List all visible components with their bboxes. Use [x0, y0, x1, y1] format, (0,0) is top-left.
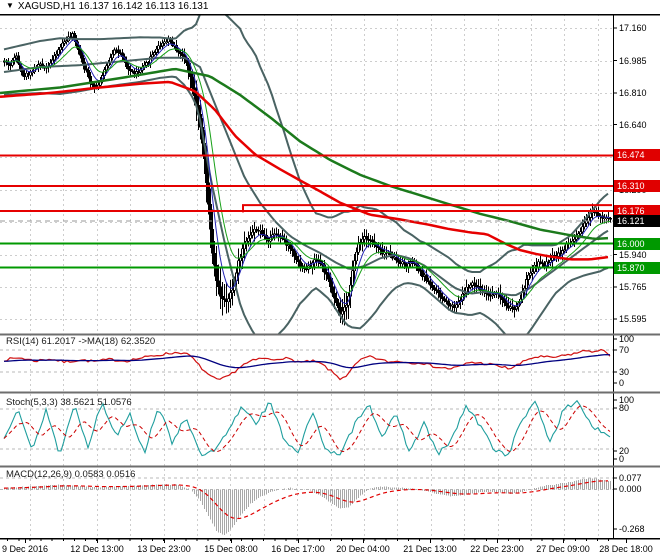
- slow-ma-red-line: [0, 80, 609, 261]
- rsi-line: [3, 348, 611, 381]
- candles: [3, 31, 612, 326]
- rsi-pane[interactable]: [0, 348, 613, 381]
- rsi-ma-line: [3, 353, 611, 369]
- bollinger-upper-line: [3, 15, 609, 274]
- chart-canvas[interactable]: [0, 0, 660, 560]
- slow-ma-green-line: [0, 67, 609, 241]
- main-price-pane[interactable]: [0, 9, 613, 341]
- stoch-d-line: [3, 405, 611, 453]
- macd-pane[interactable]: [0, 477, 613, 536]
- bollinger-lower-line: [3, 75, 609, 334]
- macd-signal-line: [3, 480, 609, 520]
- stochastic-pane[interactable]: [0, 399, 613, 457]
- mt4-chart-window: ▼ XAGUSD,H1 16.137 16.142 16.113 16.131 R…: [0, 0, 660, 560]
- grid-lines: [0, 14, 613, 538]
